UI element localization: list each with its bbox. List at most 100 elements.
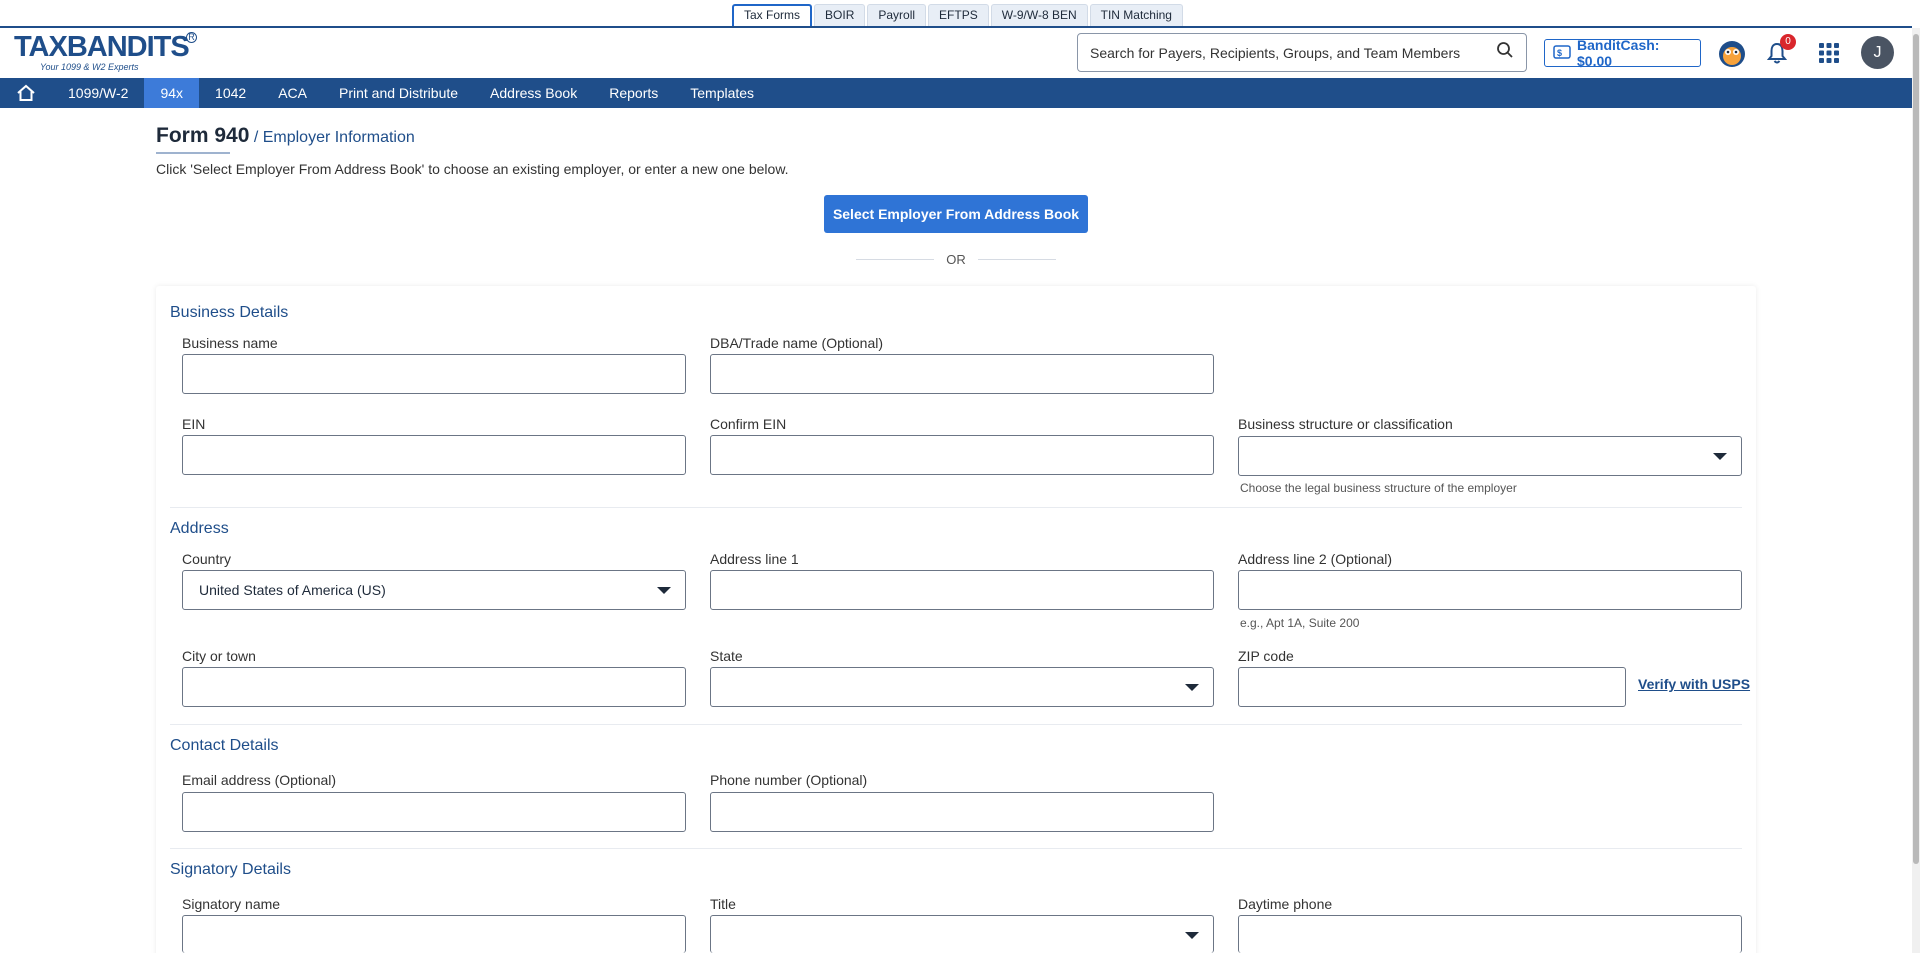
product-tabs: Tax Forms BOIR Payroll EFTPS W-9/W-8 BEN… [732,4,1185,27]
business-structure-select[interactable] [1238,436,1742,476]
business-name-field [182,354,686,394]
confirm-ein-input[interactable] [711,436,1213,474]
chevron-down-icon [1185,932,1199,939]
logo-wordmark: TAXBANDITS [14,31,190,63]
dba-input[interactable] [711,355,1213,393]
nav-1099-w2[interactable]: 1099/W-2 [52,78,144,108]
chevron-down-icon [1185,684,1199,691]
wallet-icon: $ [1553,44,1571,62]
tab-eftps[interactable]: EFTPS [928,4,989,27]
page-subtitle: / Employer Information [249,129,415,146]
daytime-phone-input[interactable] [1239,916,1741,953]
global-search [1077,33,1527,72]
tab-w9-w8ben[interactable]: W-9/W-8 BEN [990,4,1088,27]
zip-field [1238,667,1626,707]
ein-field [182,435,686,475]
business-structure-label: Business structure or classification [1238,416,1453,432]
city-field [182,667,686,707]
phone-input[interactable] [711,793,1213,831]
business-structure-help: Choose the legal business structure of t… [1240,481,1517,495]
zip-input[interactable] [1239,668,1625,706]
state-select[interactable] [710,667,1214,707]
app-grid-icon[interactable] [1812,36,1846,70]
contact-details-heading: Contact Details [170,737,279,754]
svg-text:$: $ [1557,48,1562,58]
tab-boir[interactable]: BOIR [814,4,866,27]
address-line2-help: e.g., Apt 1A, Suite 200 [1240,616,1360,630]
home-icon[interactable] [0,78,52,108]
or-text: OR [946,252,966,267]
country-value: United States of America (US) [199,582,386,598]
daytime-phone-field [1238,915,1742,953]
logo-tagline: Your 1099 & W2 Experts [40,62,139,72]
business-details-heading: Business Details [170,304,289,321]
title-underline [156,152,230,154]
business-name-label: Business name [182,335,278,351]
dba-label: DBA/Trade name (Optional) [710,335,883,351]
scrollbar-thumb[interactable] [1913,34,1919,864]
state-label: State [710,648,743,664]
nav-aca[interactable]: ACA [262,78,323,108]
registered-mark: R [186,32,197,43]
business-name-input[interactable] [183,355,685,393]
tab-tax-forms[interactable]: Tax Forms [732,4,813,27]
signatory-name-field [182,915,686,953]
nav-templates[interactable]: Templates [674,78,770,108]
main-nav: 1099/W-2 94x 1042 ACA Print and Distribu… [0,78,1912,108]
email-label: Email address (Optional) [182,772,337,788]
country-select[interactable]: United States of America (US) [182,570,686,610]
chevron-down-icon [657,587,671,594]
signatory-details-heading: Signatory Details [170,861,291,878]
nav-address-book[interactable]: Address Book [474,78,593,108]
nav-1042[interactable]: 1042 [199,78,262,108]
form-name: Form 940 [156,124,250,147]
phone-field [710,792,1214,832]
section-divider [170,507,1742,508]
notification-count-badge: 0 [1780,34,1796,50]
confirm-ein-field [710,435,1214,475]
confirm-ein-label: Confirm EIN [710,416,787,432]
select-employer-button[interactable]: Select Employer From Address Book [824,195,1088,233]
city-input[interactable] [183,668,685,706]
or-line-left [856,259,935,260]
bandit-cash-label: BanditCash: $0.00 [1577,37,1660,69]
bandit-cash-button[interactable]: $ BanditCash: $0.00 [1544,37,1701,69]
email-input[interactable] [183,793,685,831]
email-field [182,792,686,832]
signatory-name-input[interactable] [183,916,685,953]
verify-usps-link[interactable]: Verify with USPS [1638,676,1750,692]
tab-tin-matching[interactable]: TIN Matching [1089,4,1183,27]
ein-label: EIN [182,416,206,432]
nav-reports[interactable]: Reports [593,78,674,108]
phone-label: Phone number (Optional) [710,772,868,788]
ein-input[interactable] [183,436,685,474]
or-separator: OR [856,252,1056,267]
section-divider [170,848,1742,849]
signatory-name-label: Signatory name [182,896,281,912]
address-line2-field [1238,570,1742,610]
chevron-down-icon [1713,453,1727,460]
page-scrollbar[interactable] [1912,28,1920,953]
user-avatar[interactable]: J [1861,36,1894,69]
address-line1-input[interactable] [711,571,1213,609]
city-label: City or town [182,648,256,664]
signatory-title-select[interactable] [710,915,1214,953]
tab-payroll[interactable]: Payroll [867,4,927,27]
search-input[interactable] [1090,44,1496,61]
app-header: TAXBANDITS Your 1099 & W2 Experts R $ Ba… [0,28,1912,78]
section-divider [170,724,1742,725]
mascot-icon[interactable] [1715,36,1749,70]
nav-94x[interactable]: 94x [144,78,200,108]
address-heading: Address [170,520,229,537]
address-line2-label: Address line 2 (Optional) [1238,551,1393,567]
taxbandits-logo[interactable]: TAXBANDITS Your 1099 & W2 Experts R [14,32,204,74]
country-label: Country [182,551,232,567]
nav-print-distribute[interactable]: Print and Distribute [323,78,474,108]
notification-bell-icon[interactable]: 0 [1760,34,1796,70]
address-line2-input[interactable] [1239,571,1741,609]
daytime-phone-label: Daytime phone [1238,896,1333,912]
address-line1-label: Address line 1 [710,551,799,567]
search-icon[interactable] [1496,41,1514,64]
or-line-right [977,259,1056,260]
address-line1-field [710,570,1214,610]
